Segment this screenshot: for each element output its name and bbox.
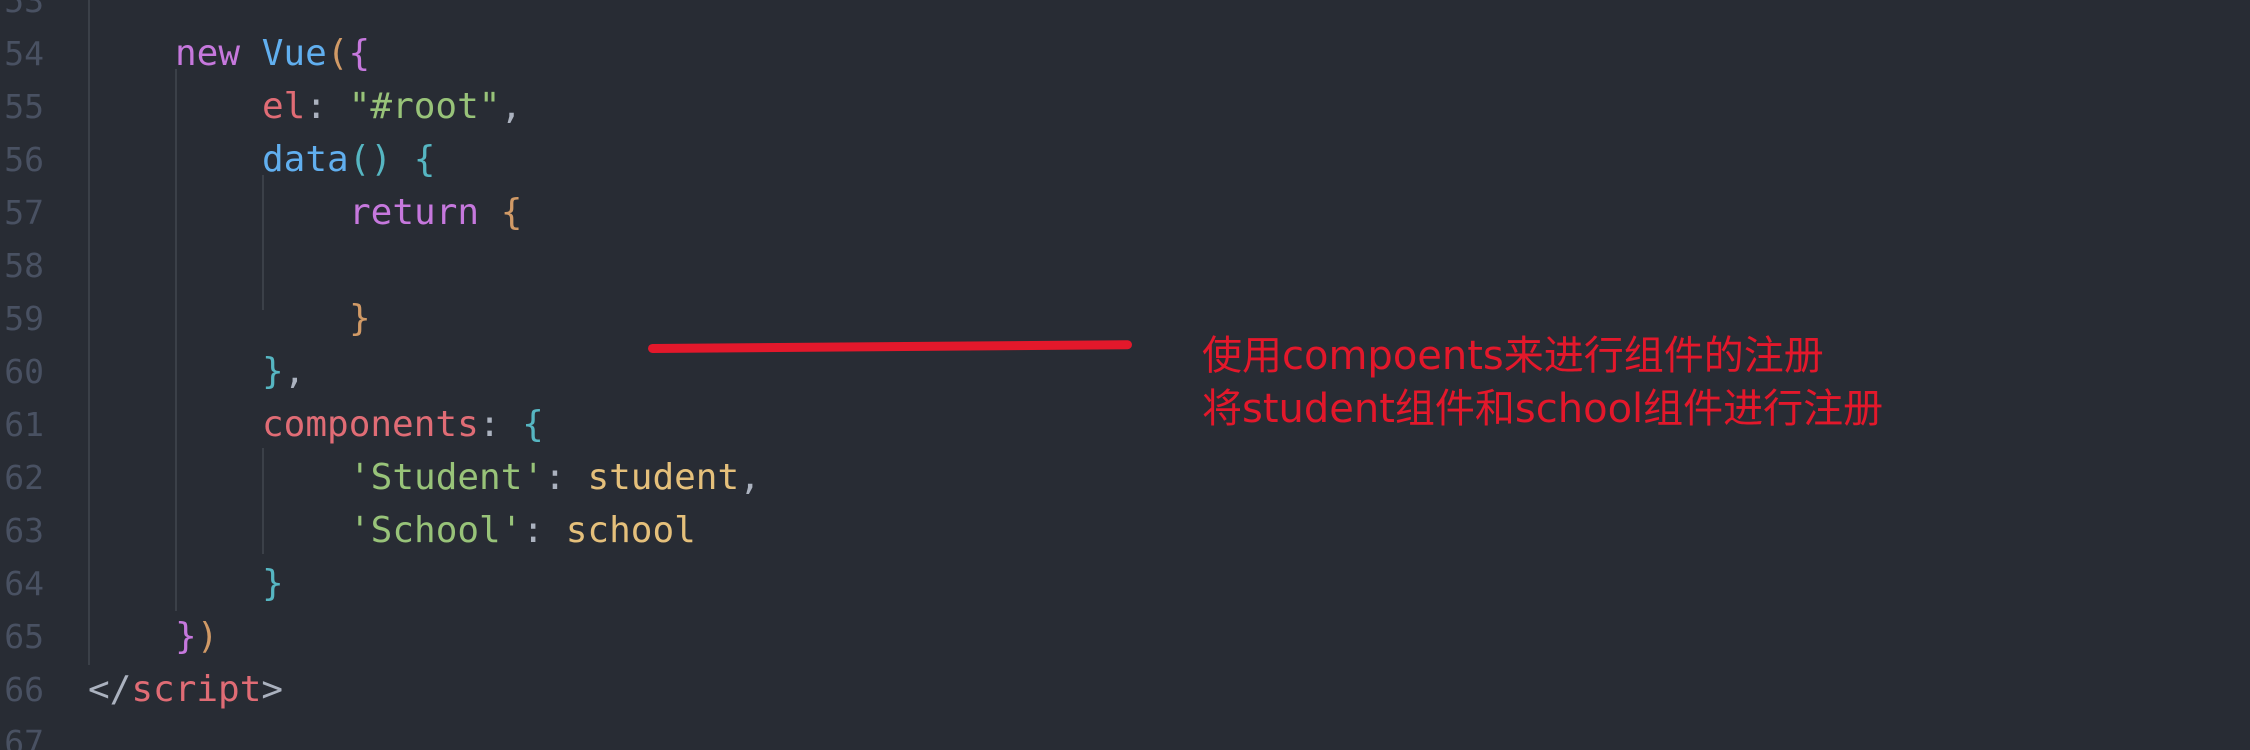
code-token: data bbox=[262, 139, 349, 180]
code-token: } bbox=[175, 616, 197, 657]
line-number: 57 bbox=[4, 193, 44, 232]
code-line[interactable]: 61 components: { bbox=[0, 398, 2250, 451]
line-number: 65 bbox=[4, 617, 44, 656]
code-token: el bbox=[262, 86, 306, 127]
line-number: 64 bbox=[4, 564, 44, 603]
line-number: 56 bbox=[4, 140, 44, 179]
code-token: : bbox=[544, 457, 588, 498]
code-line[interactable]: 60}, bbox=[0, 345, 2250, 398]
code-line[interactable]: 56 data() { bbox=[0, 133, 2250, 186]
line-code: 'Student': student, bbox=[349, 451, 761, 504]
line-code: } bbox=[262, 557, 284, 610]
code-token: 'School' bbox=[349, 510, 523, 551]
line-code: </script> bbox=[88, 663, 283, 716]
code-token: } bbox=[349, 298, 371, 339]
code-token: 'Student' bbox=[349, 457, 545, 498]
code-line[interactable]: 67 bbox=[0, 716, 2250, 750]
line-number: 54 bbox=[4, 34, 44, 73]
line-code: el: "#root", bbox=[262, 80, 522, 133]
annotation-line-1: 使用compoents来进行组件的注册 bbox=[1202, 333, 1824, 379]
line-code: return { bbox=[349, 186, 522, 239]
code-token: { bbox=[413, 139, 436, 180]
code-line[interactable]: 66 </script> bbox=[0, 663, 2250, 716]
line-number: 63 bbox=[4, 511, 44, 550]
code-token: { bbox=[522, 404, 544, 445]
line-code: 'School': school bbox=[349, 504, 696, 557]
code-token: "#root" bbox=[348, 86, 501, 127]
code-token: student bbox=[587, 457, 740, 498]
code-token: , bbox=[500, 86, 523, 127]
code-token: script bbox=[131, 669, 262, 710]
code-line[interactable]: 55 el: "#root", bbox=[0, 80, 2250, 133]
code-token: } bbox=[262, 351, 284, 392]
code-token: { bbox=[500, 192, 523, 233]
code-token: { bbox=[348, 33, 371, 74]
code-line[interactable]: 65}) bbox=[0, 610, 2250, 663]
code-token: school bbox=[565, 510, 696, 551]
code-token: : bbox=[305, 86, 349, 127]
code-token: Vue bbox=[261, 33, 327, 74]
code-line[interactable]: 59} bbox=[0, 292, 2250, 345]
code-token: components bbox=[262, 404, 479, 445]
code-token: : bbox=[478, 404, 523, 445]
line-number: 58 bbox=[4, 246, 44, 285]
code-token: , bbox=[739, 457, 761, 498]
code-line[interactable]: 62 'Student': student, bbox=[0, 451, 2250, 504]
code-token: () bbox=[348, 139, 393, 180]
annotation-line-2: 将student组件和school组件进行注册 bbox=[1202, 386, 1884, 432]
code-line[interactable]: 54 new Vue({ bbox=[0, 27, 2250, 80]
line-number: 60 bbox=[4, 352, 44, 391]
line-code: new Vue({ bbox=[175, 27, 370, 80]
annotation-note: 使用compoents来进行组件的注册 将student组件和school组件进… bbox=[1202, 330, 1883, 436]
code-line[interactable]: 64} bbox=[0, 557, 2250, 610]
code-token: ( bbox=[326, 33, 349, 74]
line-code: data() { bbox=[262, 133, 435, 186]
line-number: 59 bbox=[4, 299, 44, 338]
line-number: 67 bbox=[4, 723, 44, 750]
line-number: 61 bbox=[4, 405, 44, 444]
code-token: </ bbox=[88, 669, 132, 710]
code-token: : bbox=[522, 510, 566, 551]
line-code: } bbox=[349, 292, 371, 345]
line-code: }, bbox=[262, 345, 305, 398]
code-line[interactable]: 58 bbox=[0, 239, 2250, 292]
line-number: 66 bbox=[4, 670, 44, 709]
code-token: ) bbox=[196, 616, 219, 657]
code-line[interactable]: 53 bbox=[0, 0, 2250, 27]
line-number: 53 bbox=[4, 0, 44, 20]
code-token: return bbox=[349, 192, 480, 233]
code-token: , bbox=[283, 351, 306, 392]
code-editor[interactable]: 53 54 new Vue({55 el: "#root", 56 data() {57 r… bbox=[0, 0, 2250, 750]
code-token: } bbox=[262, 563, 284, 604]
code-line[interactable]: 57 return { bbox=[0, 186, 2250, 239]
code-token: new bbox=[175, 33, 241, 74]
line-code: components: { bbox=[262, 398, 544, 451]
line-code: }) bbox=[175, 610, 218, 663]
line-number: 62 bbox=[4, 458, 44, 497]
line-number: 55 bbox=[4, 87, 44, 126]
code-token: > bbox=[261, 669, 284, 710]
code-line[interactable]: 63 'School': school bbox=[0, 504, 2250, 557]
